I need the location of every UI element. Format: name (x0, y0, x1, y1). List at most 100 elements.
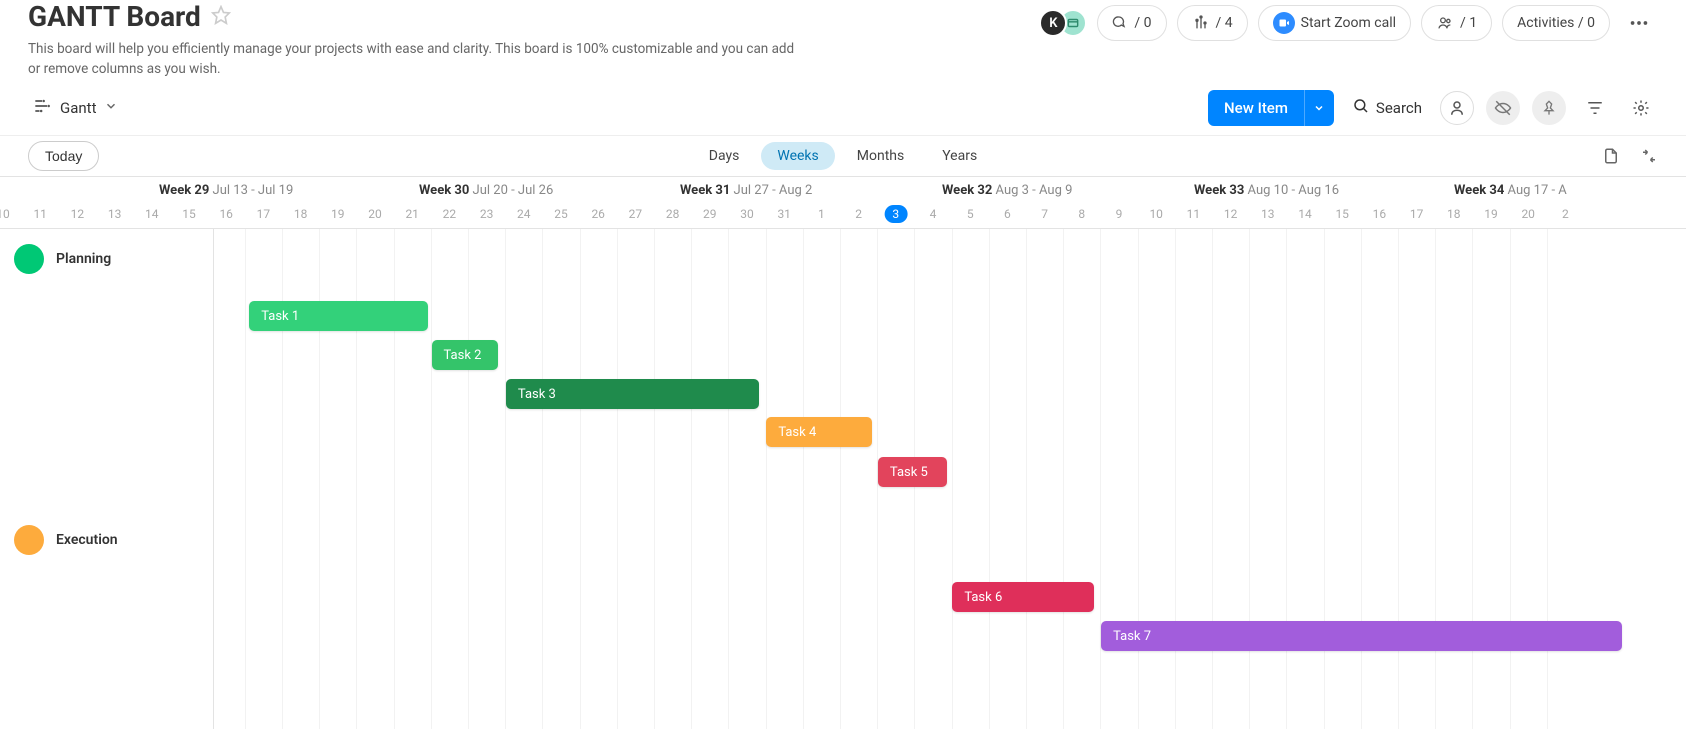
week-label: Week 33 Aug 10 - Aug 16 (1194, 183, 1339, 198)
task-bar[interactable]: Task 6 (952, 582, 1093, 612)
task-bar[interactable]: Task 1 (249, 301, 428, 331)
day-label: 13 (1249, 207, 1286, 221)
collapse-button[interactable] (1636, 143, 1662, 169)
day-label: 2 (1547, 207, 1584, 221)
count-text: / 1 (1460, 15, 1477, 31)
day-label: 5 (952, 207, 989, 221)
day-label: 17 (1398, 207, 1435, 221)
week-label: Week 30 Jul 20 - Jul 26 (419, 183, 553, 198)
board-description: This board will help you efficiently man… (28, 39, 808, 80)
group-name: Planning (56, 251, 111, 267)
day-label: 29 (691, 207, 728, 221)
scale-weeks[interactable]: Weeks (761, 142, 834, 170)
day-label: 27 (617, 207, 654, 221)
group-color-dot (14, 244, 44, 274)
view-label: Gantt (60, 99, 96, 117)
day-label: 1 (803, 207, 840, 221)
activities-label: Activities / 0 (1517, 15, 1595, 31)
task-bar[interactable]: Task 2 (432, 340, 499, 370)
day-label: 10 (0, 207, 22, 221)
scale-days[interactable]: Days (693, 142, 756, 170)
day-label: 11 (22, 207, 59, 221)
scale-years[interactable]: Years (926, 142, 993, 170)
day-label: 8 (1063, 207, 1100, 221)
person-filter-button[interactable] (1440, 91, 1474, 125)
day-label: 19 (1473, 207, 1510, 221)
day-label: 31 (766, 207, 803, 221)
day-label: 6 (989, 207, 1026, 221)
day-label: 18 (282, 207, 319, 221)
day-label: 20 (357, 207, 394, 221)
group-name: Execution (56, 532, 118, 548)
day-label: 23 (468, 207, 505, 221)
day-label: 17 (245, 207, 282, 221)
team-counter[interactable]: / 1 (1421, 5, 1492, 41)
day-label: 25 (543, 207, 580, 221)
week-label: Week 34 Aug 17 - A (1454, 183, 1567, 198)
count-text: / 4 (1216, 15, 1233, 31)
new-item-button[interactable]: New Item (1208, 90, 1334, 126)
more-menu-button[interactable] (1620, 4, 1658, 42)
day-label: 14 (1287, 207, 1324, 221)
search-icon (1352, 97, 1370, 119)
day-label: 20 (1510, 207, 1547, 221)
task-bar[interactable]: Task 7 (1101, 621, 1622, 651)
hide-columns-button[interactable] (1486, 91, 1520, 125)
day-label: 30 (729, 207, 766, 221)
integration-counter[interactable]: / 4 (1177, 5, 1248, 41)
week-label: Week 31 Jul 27 - Aug 2 (680, 183, 812, 198)
day-label: 16 (1361, 207, 1398, 221)
day-label: 28 (654, 207, 691, 221)
day-label: 9 (1101, 207, 1138, 221)
search-button[interactable]: Search (1346, 97, 1428, 119)
activities-button[interactable]: Activities / 0 (1502, 5, 1610, 41)
day-label: 15 (171, 207, 208, 221)
zoom-icon (1273, 12, 1295, 34)
day-label: 24 (505, 207, 542, 221)
week-label: Week 29 Jul 13 - Jul 19 (159, 183, 293, 198)
today-button[interactable]: Today (28, 141, 99, 171)
chevron-down-icon (104, 99, 118, 117)
task-bar[interactable]: Task 5 (878, 457, 947, 487)
member-avatars[interactable]: K (1039, 9, 1087, 37)
day-label: 10 (1138, 207, 1175, 221)
day-label: 18 (1435, 207, 1472, 221)
settings-button[interactable] (1624, 91, 1658, 125)
day-label: 12 (1212, 207, 1249, 221)
group-header[interactable]: Planning (0, 239, 213, 279)
week-label: Week 32 Aug 3 - Aug 9 (942, 183, 1072, 198)
day-label: 7 (1026, 207, 1063, 221)
day-label: 15 (1324, 207, 1361, 221)
zoom-call-button[interactable]: Start Zoom call (1258, 5, 1411, 41)
task-bar[interactable]: Task 3 (506, 379, 759, 409)
group-header[interactable]: Execution (0, 520, 213, 560)
count-text: / 0 (1134, 15, 1151, 31)
export-button[interactable] (1598, 143, 1624, 169)
day-label: 14 (133, 207, 170, 221)
task-bar[interactable]: Task 4 (766, 417, 872, 447)
favorite-star-icon[interactable] (211, 5, 231, 29)
filter-button[interactable] (1578, 91, 1612, 125)
day-label: 11 (1175, 207, 1212, 221)
day-label: 3 (884, 205, 907, 223)
discussion-counter[interactable]: / 0 (1097, 5, 1166, 41)
day-label: 19 (319, 207, 356, 221)
day-label: 21 (394, 207, 431, 221)
chevron-down-icon[interactable] (1304, 90, 1334, 126)
pin-button[interactable] (1532, 91, 1566, 125)
zoom-label: Start Zoom call (1301, 15, 1396, 31)
day-label: 22 (431, 207, 468, 221)
scale-months[interactable]: Months (841, 142, 920, 170)
day-label: 16 (208, 207, 245, 221)
day-label: 2 (840, 207, 877, 221)
new-item-label: New Item (1208, 99, 1304, 117)
day-label: 4 (915, 207, 952, 221)
view-selector[interactable]: Gantt (28, 90, 122, 126)
day-label: 12 (59, 207, 96, 221)
gantt-view-icon (32, 96, 52, 120)
group-color-dot (14, 525, 44, 555)
search-label: Search (1376, 99, 1422, 117)
day-label: 26 (580, 207, 617, 221)
day-label: 13 (96, 207, 133, 221)
board-title: GANTT Board (28, 0, 201, 33)
